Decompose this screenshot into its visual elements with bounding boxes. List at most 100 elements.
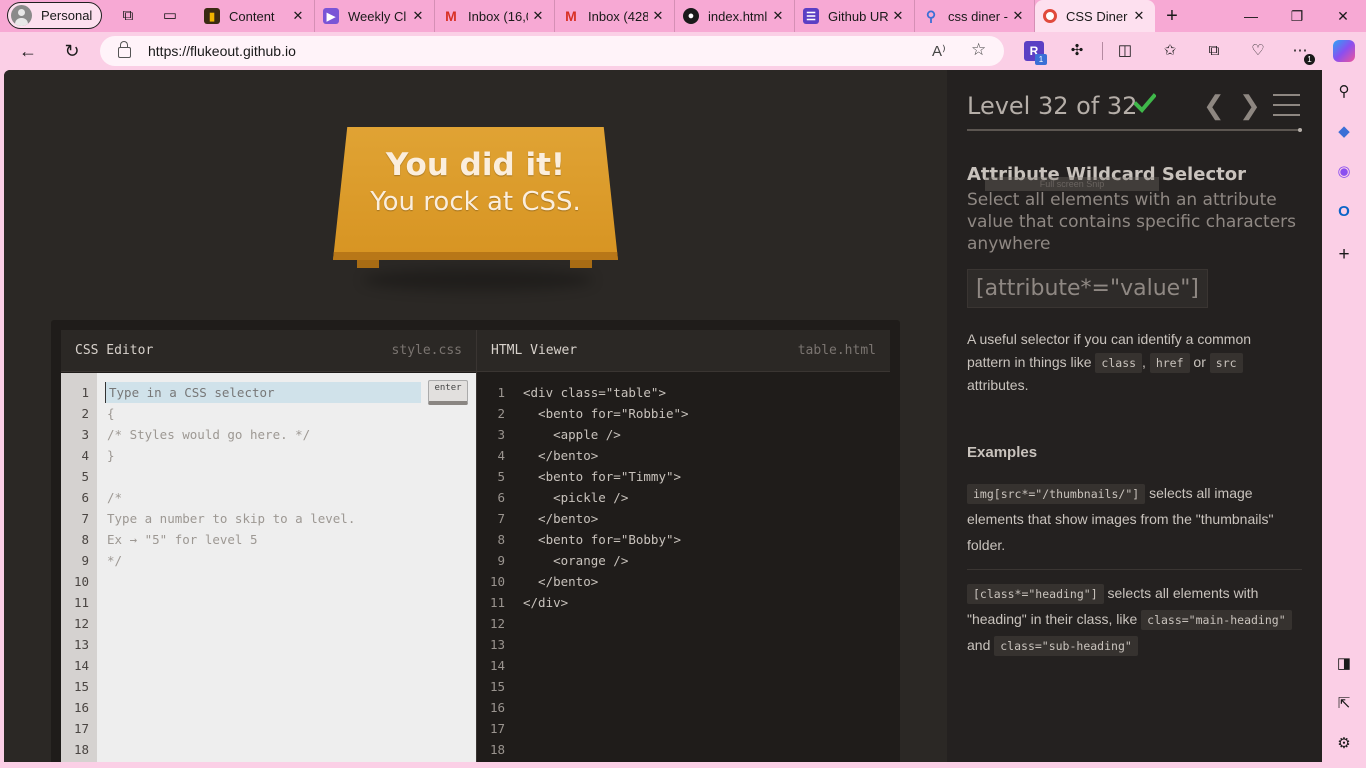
gmail-icon: M — [445, 8, 457, 24]
split-screen-icon[interactable]: ◫ — [1115, 41, 1135, 61]
selector-syntax: [attribute*="value"] — [967, 269, 1208, 308]
line-number: 13 — [489, 637, 505, 652]
tab-css-diner-search[interactable]: ⚲ css diner - ✕ — [915, 0, 1035, 32]
favorite-star-icon[interactable]: ☆ — [971, 40, 986, 60]
dinner-table: You did it! You rock at CSS. — [333, 127, 618, 291]
code-line: } — [107, 448, 115, 463]
close-icon[interactable]: ✕ — [888, 8, 908, 24]
browser-sidebar: ⚲ ◆ ◉ O + ◨ ⇱ ⚙ — [1322, 70, 1366, 768]
line-number: 7 — [81, 511, 89, 526]
example-code: img[src*="/thumbnails/"] — [967, 484, 1146, 504]
favorites-icon[interactable]: ✩ — [1160, 41, 1180, 61]
close-icon[interactable]: ✕ — [648, 8, 668, 24]
code-line: /* Styles would go here. */ — [107, 427, 311, 442]
clipchamp-icon: ▶ — [323, 8, 339, 24]
tab-inbox-1[interactable]: M Inbox (16,0 ✕ — [435, 0, 555, 32]
line-number: 8 — [81, 532, 89, 547]
example-1: img[src*="/thumbnails/"] selects all ima… — [967, 480, 1302, 558]
back-icon[interactable]: ← — [16, 40, 40, 62]
tab-css-diner[interactable]: CSS Diner ✕ — [1035, 0, 1155, 32]
line-number: 16 — [73, 700, 89, 715]
restore-icon[interactable]: ❐ — [1274, 0, 1320, 32]
close-icon[interactable]: ✕ — [1129, 8, 1149, 24]
plate-icon — [1043, 9, 1057, 23]
tab-label: Github UR — [828, 8, 888, 24]
line-number: 15 — [73, 679, 89, 694]
github-icon: ● — [683, 8, 699, 24]
close-icon[interactable]: ✕ — [768, 8, 788, 24]
tab-label: Inbox (428 — [588, 8, 648, 24]
line-number: 12 — [489, 616, 505, 631]
tab-label: index.html — [708, 8, 768, 24]
enter-button[interactable]: enter — [428, 380, 468, 405]
code-line: <apple /> — [523, 427, 621, 442]
extension-badge: 1 — [1035, 54, 1047, 65]
line-number: 16 — [489, 700, 505, 715]
previous-level-icon[interactable]: ❮ — [1203, 92, 1225, 118]
close-icon[interactable]: ✕ — [288, 8, 308, 24]
workspaces-icon[interactable]: ⧉ — [118, 6, 138, 26]
close-icon[interactable]: ✕ — [1008, 8, 1028, 24]
selector-hint: A useful selector if you can identify a … — [967, 328, 1297, 397]
close-icon[interactable]: ✕ — [528, 8, 548, 24]
line-number: 5 — [81, 469, 89, 484]
code-line: </bento> — [523, 511, 599, 526]
settings-gear-icon[interactable]: ⚙ — [1334, 734, 1354, 754]
gmail-icon: M — [565, 8, 577, 24]
tab-github-ur[interactable]: ☰ Github UR ✕ — [795, 0, 915, 32]
win-message-subtitle: You rock at CSS. — [370, 187, 581, 217]
outlook-icon[interactable]: O — [1334, 202, 1354, 222]
tab-inbox-2[interactable]: M Inbox (428 ✕ — [555, 0, 675, 32]
add-icon[interactable]: + — [1334, 245, 1354, 265]
code-line: */ — [107, 553, 123, 568]
code-line: Type a number to skip to a level. — [107, 511, 356, 526]
examples-heading: Examples — [967, 444, 1038, 461]
line-number: 11 — [73, 595, 89, 610]
tab-content[interactable]: ▮ Content ✕ — [196, 0, 315, 32]
code-line: </bento> — [523, 448, 599, 463]
url-text: https://flukeout.github.io — [148, 43, 296, 59]
line-number: 3 — [81, 427, 89, 442]
hint-code-class: class — [1095, 353, 1143, 373]
tab-label: CSS Diner — [1066, 8, 1128, 24]
form-icon: ☰ — [803, 8, 819, 24]
line-number: 17 — [489, 721, 505, 736]
tab-actions-icon[interactable]: ▭ — [160, 6, 180, 26]
line-number: 11 — [489, 595, 505, 610]
search-icon[interactable]: ⚲ — [1334, 82, 1354, 102]
line-number: 14 — [73, 658, 89, 673]
css-selector-input[interactable] — [105, 382, 421, 403]
window-close-icon[interactable]: ✕ — [1320, 0, 1366, 32]
level-menu-icon[interactable] — [1273, 94, 1300, 116]
external-link-icon[interactable]: ⇱ — [1334, 694, 1354, 714]
new-tab-icon[interactable]: + — [1162, 6, 1182, 26]
tab-weekly[interactable]: ▶ Weekly Cl ✕ — [315, 0, 435, 32]
refresh-icon[interactable]: ↻ — [60, 40, 84, 62]
example-code: class="sub-heading" — [994, 636, 1138, 656]
line-number: 2 — [497, 406, 505, 421]
sidebar-toggle-icon[interactable]: ◨ — [1334, 654, 1354, 674]
code-line: <bento for="Timmy"> — [523, 469, 682, 484]
performance-icon[interactable]: ♡ — [1248, 41, 1268, 61]
collections-icon[interactable]: ⧉ — [1204, 41, 1224, 61]
css-code-area: enter {/* Styles would go here. */} /* Typ… — [97, 373, 476, 762]
minimize-icon[interactable]: — — [1228, 0, 1274, 32]
line-number: 6 — [81, 490, 89, 505]
copilot-icon[interactable] — [1333, 40, 1355, 62]
read-aloud-icon[interactable]: A⁾ — [932, 42, 946, 60]
copilot-app-icon[interactable]: ◉ — [1334, 162, 1354, 182]
line-number: 12 — [73, 616, 89, 631]
line-number: 15 — [489, 679, 505, 694]
extensions-icon[interactable]: ✣ — [1067, 41, 1087, 61]
shopping-icon[interactable]: ◆ — [1334, 122, 1354, 142]
next-level-icon[interactable]: ❯ — [1239, 92, 1261, 118]
address-bar[interactable]: https://flukeout.github.io A⁾ ☆ — [100, 36, 1004, 66]
line-number: 17 — [73, 721, 89, 736]
tab-index-html[interactable]: ● index.html ✕ — [675, 0, 795, 32]
line-number: 13 — [73, 637, 89, 652]
close-icon[interactable]: ✕ — [408, 8, 428, 24]
code-line: <orange /> — [523, 553, 629, 568]
profile-button[interactable]: Personal — [7, 2, 102, 29]
chart-icon: ▮ — [204, 8, 220, 24]
line-number: 7 — [497, 511, 505, 526]
